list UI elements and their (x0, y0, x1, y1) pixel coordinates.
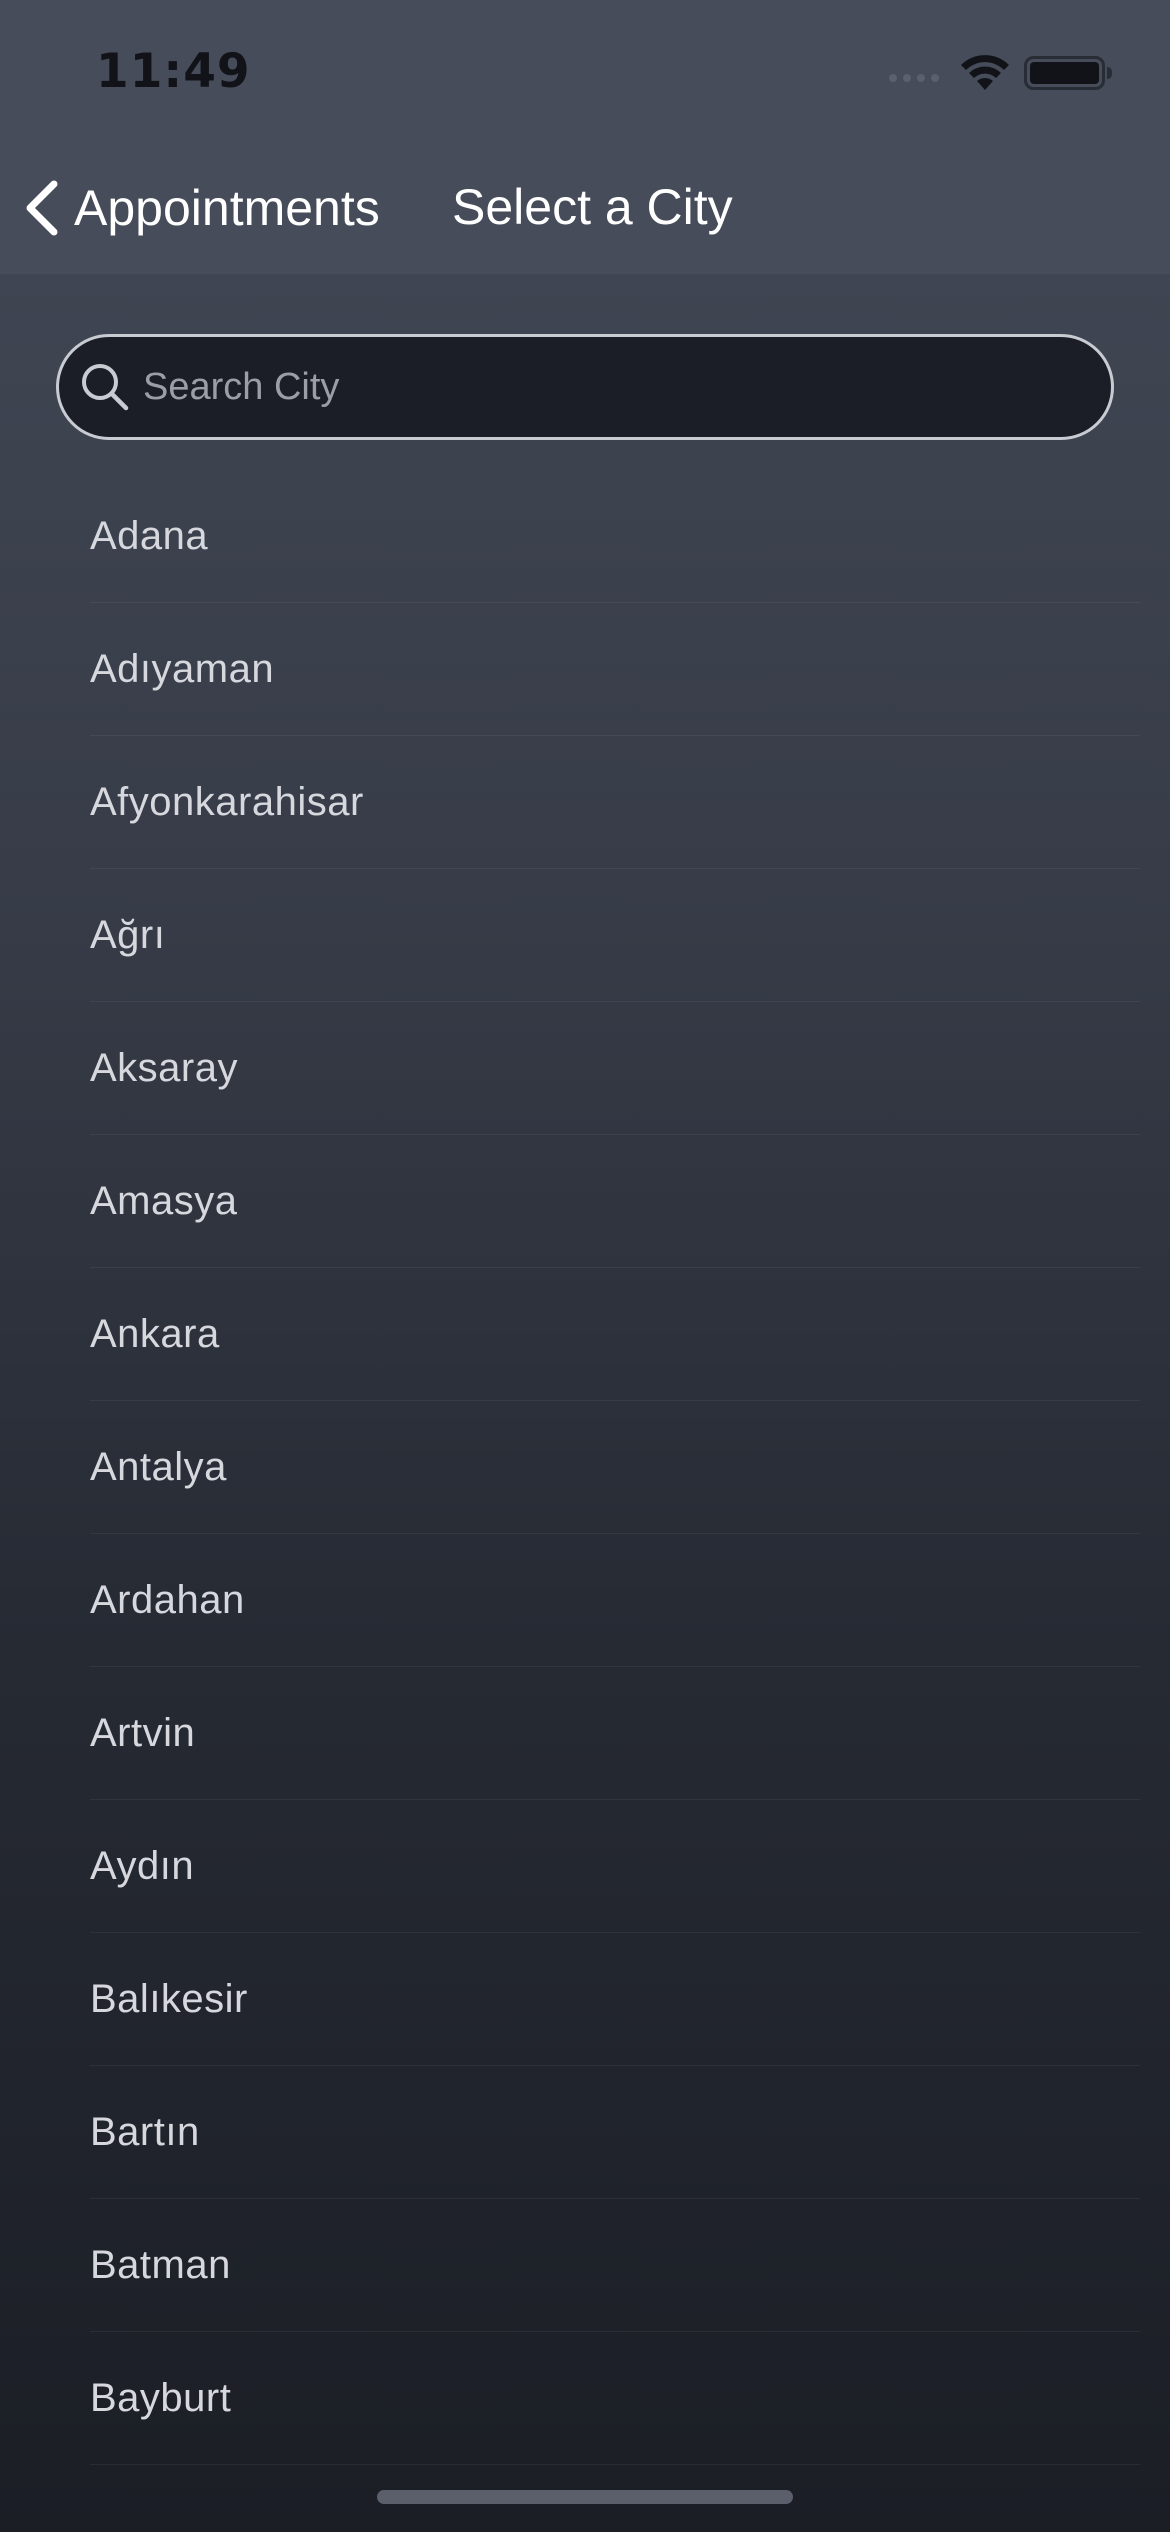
city-label: Adıyaman (90, 647, 275, 691)
navigation-bar: Appointments Select a City (0, 150, 1170, 274)
city-label: Aksaray (90, 1046, 238, 1090)
list-item[interactable]: Adıyaman (0, 603, 1170, 736)
list-item[interactable]: Ankara (0, 1268, 1170, 1401)
list-item[interactable]: Ağrı (0, 869, 1170, 1002)
list-item[interactable]: Ardahan (0, 1534, 1170, 1667)
search-input[interactable] (143, 337, 1071, 437)
list-item[interactable]: Artvin (0, 1667, 1170, 1800)
city-label: Bartın (90, 2110, 200, 2154)
city-label: Aydın (90, 1844, 195, 1888)
list-item[interactable]: Afyonkarahisar (0, 736, 1170, 869)
city-label: Amasya (90, 1179, 238, 1223)
city-label: Artvin (90, 1711, 196, 1755)
list-item[interactable]: Antalya (0, 1401, 1170, 1534)
signal-icon (889, 74, 939, 82)
home-indicator[interactable] (377, 2490, 793, 2504)
wifi-icon (961, 55, 1009, 90)
city-label: Ardahan (90, 1578, 245, 1622)
list-item[interactable]: Aydın (0, 1800, 1170, 1933)
chevron-left-icon (26, 180, 58, 236)
city-label: Ankara (90, 1312, 220, 1356)
city-label: Adana (90, 514, 209, 558)
list-item[interactable]: Bartın (0, 2066, 1170, 2199)
list-item[interactable]: Balıkesir (0, 1933, 1170, 2066)
status-bar: 11:49 (0, 0, 1170, 150)
list-item[interactable]: Batman (0, 2199, 1170, 2332)
city-label: Bayburt (90, 2376, 232, 2420)
city-label: Afyonkarahisar (90, 780, 364, 824)
status-time: 11:49 (96, 44, 251, 99)
list-item[interactable]: Aksaray (0, 1002, 1170, 1135)
back-button[interactable]: Appointments (20, 168, 380, 248)
city-list: Adana Adıyaman Afyonkarahisar Ağrı Aksar… (0, 470, 1170, 2465)
page-title: Select a City (452, 179, 733, 235)
back-button-label: Appointments (74, 180, 380, 236)
city-label: Ağrı (90, 913, 166, 957)
list-item[interactable]: Amasya (0, 1135, 1170, 1268)
app-screen: 11:49 Appointments Select a City Search … (0, 0, 1170, 2532)
list-item[interactable]: Adana (0, 470, 1170, 603)
city-label: Balıkesir (90, 1977, 248, 2021)
city-label: Antalya (90, 1445, 227, 1489)
city-label: Batman (90, 2243, 231, 2287)
battery-icon (1024, 56, 1112, 90)
status-icons (888, 50, 1114, 96)
list-item[interactable]: Bayburt (0, 2332, 1170, 2465)
search-icon (82, 364, 129, 411)
search-field[interactable] (56, 334, 1114, 440)
